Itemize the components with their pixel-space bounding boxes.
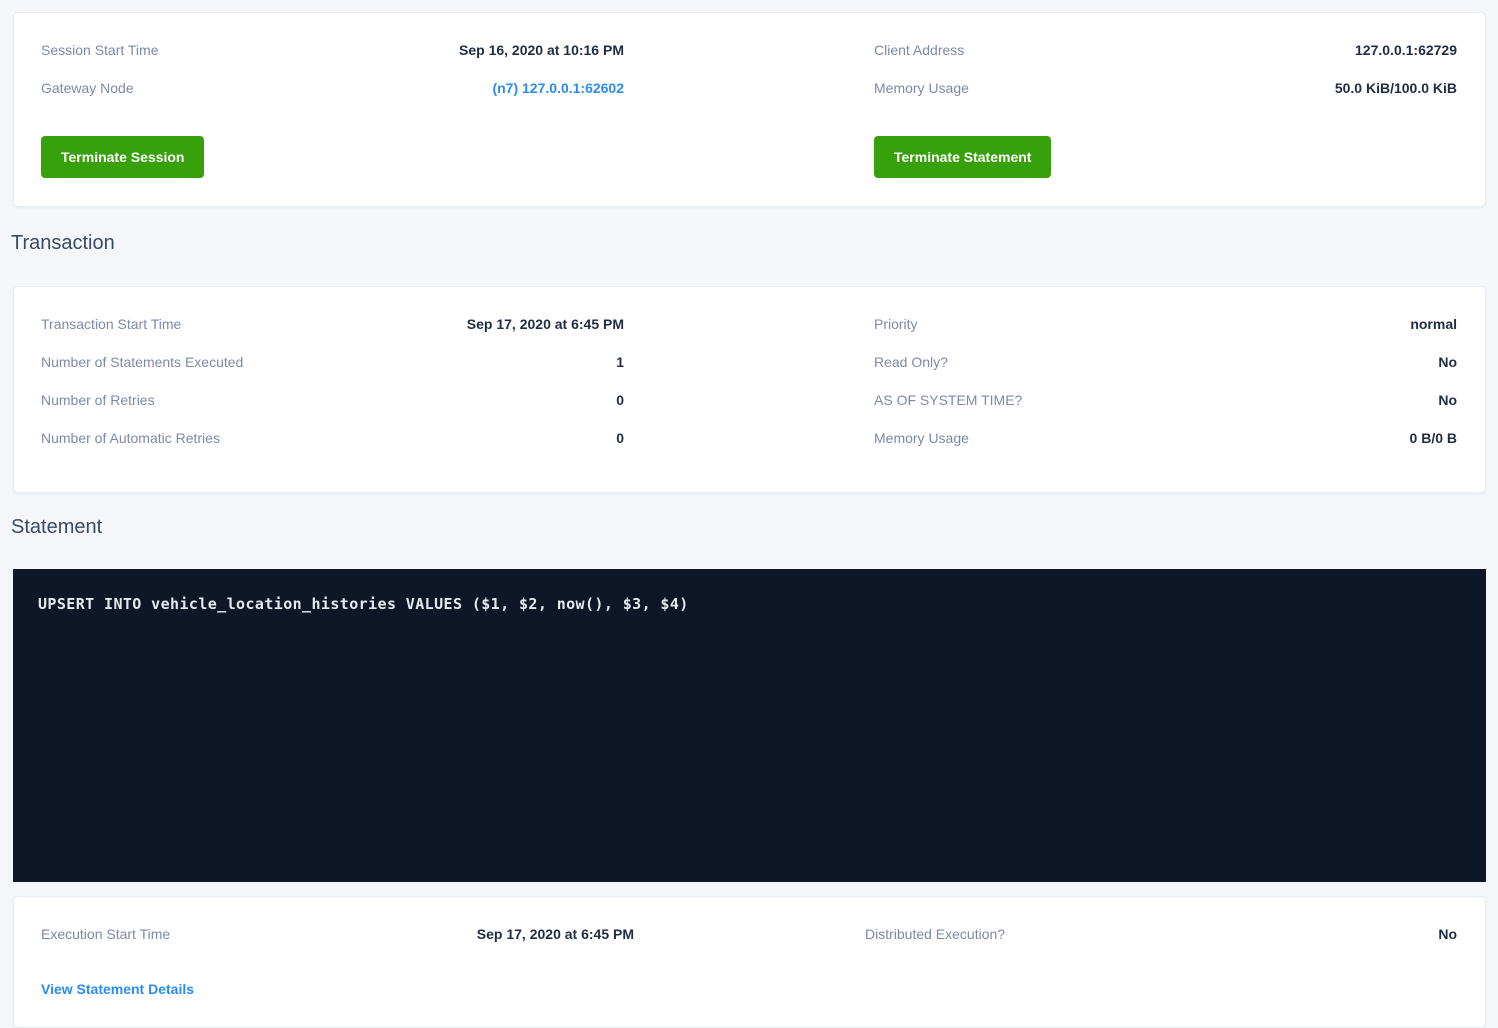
automatic-retries-row: Number of Automatic Retries 0 — [41, 428, 624, 448]
transaction-section-heading: Transaction — [11, 229, 1486, 257]
transaction-memory-usage-value: 0 B/0 B — [1410, 428, 1457, 448]
session-details-page: Session Start Time Sep 16, 2020 at 10:16… — [0, 0, 1498, 1028]
statements-executed-label: Number of Statements Executed — [41, 352, 243, 372]
execution-card-grid: Execution Start Time Sep 17, 2020 at 6:4… — [14, 897, 1485, 1027]
transaction-card-right-column: Priority normal Read Only? No AS OF SYST… — [874, 314, 1457, 448]
priority-row: Priority normal — [874, 314, 1457, 334]
session-card-right-column: Client Address 127.0.0.1:62729 Memory Us… — [874, 40, 1457, 178]
session-memory-usage-label: Memory Usage — [874, 78, 969, 98]
distributed-execution-value: No — [1438, 924, 1457, 944]
gateway-node-link[interactable]: (n7) 127.0.0.1:62602 — [492, 78, 624, 98]
statements-executed-row: Number of Statements Executed 1 — [41, 352, 624, 372]
as-of-system-time-row: AS OF SYSTEM TIME? No — [874, 390, 1457, 410]
transaction-memory-usage-label: Memory Usage — [874, 428, 969, 448]
session-memory-usage-value: 50.0 KiB/100.0 KiB — [1335, 78, 1457, 98]
session-start-time-value: Sep 16, 2020 at 10:16 PM — [459, 40, 624, 60]
client-address-row: Client Address 127.0.0.1:62729 — [874, 40, 1457, 60]
session-start-time-label: Session Start Time — [41, 40, 159, 60]
statements-executed-value: 1 — [616, 352, 624, 372]
execution-card-right-column: Distributed Execution? No — [865, 924, 1457, 999]
session-card-left-column: Session Start Time Sep 16, 2020 at 10:16… — [41, 40, 624, 178]
session-start-time-row: Session Start Time Sep 16, 2020 at 10:16… — [41, 40, 624, 60]
client-address-value: 127.0.0.1:62729 — [1355, 40, 1457, 60]
execution-card-left-column: Execution Start Time Sep 17, 2020 at 6:4… — [41, 924, 634, 999]
terminate-session-button[interactable]: Terminate Session — [41, 136, 204, 178]
gateway-node-label: Gateway Node — [41, 78, 134, 98]
session-card-grid: Session Start Time Sep 16, 2020 at 10:16… — [14, 13, 1485, 206]
view-statement-details-link[interactable]: View Statement Details — [41, 979, 194, 999]
priority-value: normal — [1410, 314, 1457, 334]
transaction-card-left-column: Transaction Start Time Sep 17, 2020 at 6… — [41, 314, 624, 448]
execution-start-time-label: Execution Start Time — [41, 924, 170, 944]
transaction-start-time-row: Transaction Start Time Sep 17, 2020 at 6… — [41, 314, 624, 334]
transaction-start-time-value: Sep 17, 2020 at 6:45 PM — [467, 314, 624, 334]
read-only-label: Read Only? — [874, 352, 948, 372]
transaction-summary-card: Transaction Start Time Sep 17, 2020 at 6… — [13, 286, 1486, 493]
transaction-start-time-label: Transaction Start Time — [41, 314, 181, 334]
statement-sql-text: UPSERT INTO vehicle_location_histories V… — [38, 595, 1461, 613]
retries-row: Number of Retries 0 — [41, 390, 624, 410]
transaction-card-grid: Transaction Start Time Sep 17, 2020 at 6… — [14, 287, 1485, 492]
statement-section-heading: Statement — [11, 513, 1486, 541]
execution-start-time-row: Execution Start Time Sep 17, 2020 at 6:4… — [41, 924, 634, 944]
as-of-system-time-value: No — [1438, 390, 1457, 410]
automatic-retries-value: 0 — [616, 428, 624, 448]
distributed-execution-label: Distributed Execution? — [865, 924, 1005, 944]
terminate-statement-button[interactable]: Terminate Statement — [874, 136, 1051, 178]
as-of-system-time-label: AS OF SYSTEM TIME? — [874, 390, 1022, 410]
statement-sql-box: UPSERT INTO vehicle_location_histories V… — [13, 569, 1486, 882]
read-only-value: No — [1438, 352, 1457, 372]
retries-value: 0 — [616, 390, 624, 410]
gateway-node-row: Gateway Node (n7) 127.0.0.1:62602 — [41, 78, 624, 98]
transaction-memory-usage-row: Memory Usage 0 B/0 B — [874, 428, 1457, 448]
automatic-retries-label: Number of Automatic Retries — [41, 428, 220, 448]
read-only-row: Read Only? No — [874, 352, 1457, 372]
distributed-execution-row: Distributed Execution? No — [865, 924, 1457, 944]
priority-label: Priority — [874, 314, 918, 334]
client-address-label: Client Address — [874, 40, 964, 60]
retries-label: Number of Retries — [41, 390, 155, 410]
session-memory-usage-row: Memory Usage 50.0 KiB/100.0 KiB — [874, 78, 1457, 98]
execution-start-time-value: Sep 17, 2020 at 6:45 PM — [477, 924, 634, 944]
execution-summary-card: Execution Start Time Sep 17, 2020 at 6:4… — [13, 896, 1486, 1028]
session-summary-card: Session Start Time Sep 16, 2020 at 10:16… — [13, 12, 1486, 207]
